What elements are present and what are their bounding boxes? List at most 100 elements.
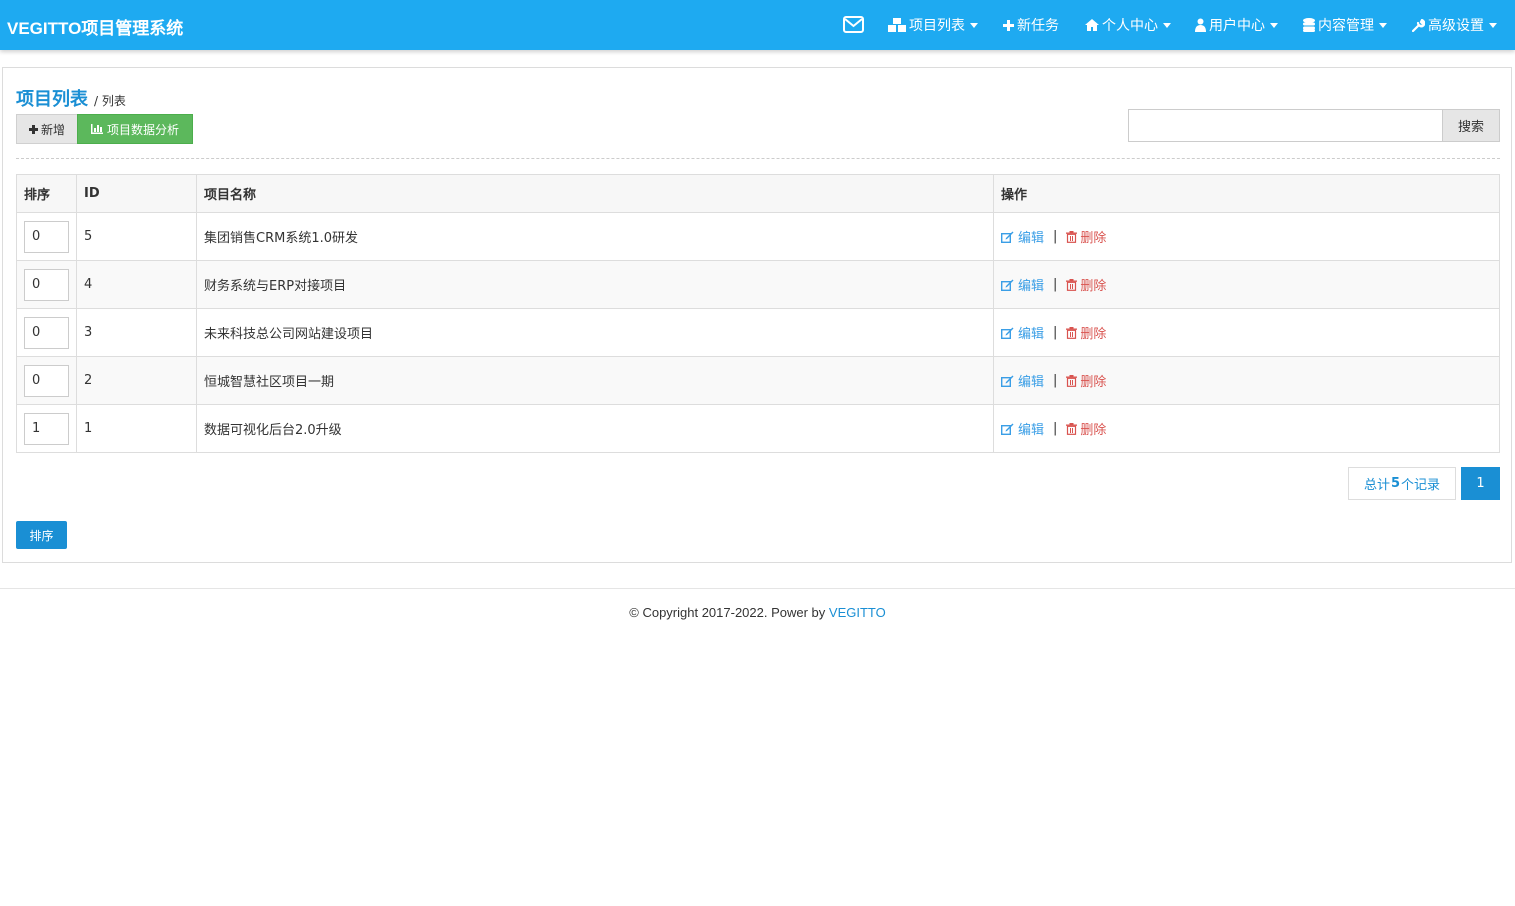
actions-cell: 编辑 | 删除 <box>993 212 1500 261</box>
action-separator: | <box>1053 277 1058 292</box>
project-name-cell: 集团销售CRM系统1.0研发 <box>196 212 994 261</box>
nav-content-management[interactable]: 内容管理 <box>1303 16 1387 34</box>
footer: © Copyright 2017-2022. Power by VEGITTO <box>0 605 1515 620</box>
delete-label: 删除 <box>1080 231 1107 246</box>
total-suffix: 个记录 <box>1401 478 1441 493</box>
trash-icon <box>1066 326 1078 339</box>
page-subtitle: / 列表 <box>94 94 126 108</box>
caret-down-icon <box>970 23 978 28</box>
project-name-cell: 恒城智慧社区项目一期 <box>196 356 994 405</box>
pagination-total: 总计 5 个记录 <box>1348 467 1456 500</box>
edit-icon <box>1001 375 1014 387</box>
add-button-label: 新增 <box>40 122 65 137</box>
table-header-row: 排序 ID 项目名称 操作 <box>16 174 1500 213</box>
edit-link[interactable]: 编辑 <box>1001 227 1044 246</box>
edit-link[interactable]: 编辑 <box>1001 419 1044 438</box>
action-separator: | <box>1053 229 1058 244</box>
edit-icon <box>1001 279 1014 291</box>
caret-down-icon <box>1379 23 1387 28</box>
edit-icon <box>1001 423 1014 435</box>
sort-cell: 0 <box>16 212 77 261</box>
divider <box>16 158 1500 159</box>
table-row: 0 2 恒城智慧社区项目一期 编辑 | 删除 <box>16 356 1500 405</box>
edit-label: 编辑 <box>1018 423 1045 438</box>
delete-label: 删除 <box>1080 423 1107 438</box>
table-row: 0 5 集团销售CRM系统1.0研发 编辑 | 删除 <box>16 212 1500 261</box>
plus-icon <box>1003 19 1014 31</box>
total-count: 5 <box>1390 476 1401 491</box>
column-header-name: 项目名称 <box>196 174 994 213</box>
wrench-icon <box>1412 18 1425 32</box>
sort-cell: 0 <box>16 308 77 357</box>
table-row: 1 1 数据可视化后台2.0升级 编辑 | 删除 <box>16 404 1500 453</box>
app-title[interactable]: VEGITTO项目管理系统 <box>7 14 183 39</box>
delete-link[interactable]: 删除 <box>1066 419 1106 438</box>
nav-new-task[interactable]: 新任务 <box>1003 16 1059 34</box>
column-header-sort: 排序 <box>16 174 77 213</box>
caret-down-icon <box>1163 23 1171 28</box>
project-analysis-button[interactable]: 项目数据分析 <box>77 114 193 144</box>
nav-project-list[interactable]: 项目列表 <box>888 16 978 34</box>
copyright-text: © Copyright 2017-2022. Power by <box>629 605 829 620</box>
database-icon <box>1303 18 1315 32</box>
project-name-cell: 未来科技总公司网站建设项目 <box>196 308 994 357</box>
content-panel: 项目列表 / 列表 新增 项目数据分析 搜索 排序 ID 项目名称 操作 0 5 集… <box>2 67 1512 563</box>
id-cell: 3 <box>76 308 197 357</box>
analysis-button-label: 项目数据分析 <box>106 122 179 137</box>
trash-icon <box>1066 278 1078 291</box>
user-icon <box>1195 18 1206 32</box>
sort-order-input[interactable]: 0 <box>24 316 69 349</box>
sort-order-input[interactable]: 0 <box>24 364 69 397</box>
edit-link[interactable]: 编辑 <box>1001 275 1044 294</box>
nav-label: 用户中心 <box>1209 18 1265 34</box>
sort-button[interactable]: 排序 <box>16 521 67 549</box>
delete-label: 删除 <box>1080 327 1107 342</box>
footer-brand-link[interactable]: VEGITTO <box>829 605 886 620</box>
caret-down-icon <box>1489 23 1497 28</box>
edit-link[interactable]: 编辑 <box>1001 371 1044 390</box>
action-separator: | <box>1053 325 1058 340</box>
nav-user-center[interactable]: 用户中心 <box>1195 16 1278 34</box>
caret-down-icon <box>1270 23 1278 28</box>
sort-cell: 0 <box>16 356 77 405</box>
plus-icon <box>28 124 38 134</box>
nav-advanced-settings[interactable]: 高级设置 <box>1412 16 1497 34</box>
action-separator: | <box>1053 373 1058 388</box>
page-title: 项目列表 <box>16 89 88 110</box>
actions-cell: 编辑 | 删除 <box>993 308 1500 357</box>
nav-label: 高级设置 <box>1428 18 1484 34</box>
search-button[interactable]: 搜索 <box>1442 109 1500 142</box>
sort-cell: 1 <box>16 404 77 453</box>
delete-link[interactable]: 删除 <box>1066 371 1106 390</box>
footer-divider <box>0 588 1515 589</box>
table-row: 0 3 未来科技总公司网站建设项目 编辑 | 删除 <box>16 308 1500 357</box>
edit-label: 编辑 <box>1018 279 1045 294</box>
project-table: 排序 ID 项目名称 操作 0 5 集团销售CRM系统1.0研发 编辑 | 删除 0 4 财务系… <box>16 174 1500 453</box>
search-input[interactable] <box>1128 109 1443 142</box>
actions-cell: 编辑 | 删除 <box>993 356 1500 405</box>
total-prefix: 总计 <box>1363 478 1390 493</box>
delete-link[interactable]: 删除 <box>1066 227 1106 246</box>
column-header-actions: 操作 <box>993 174 1500 213</box>
project-name-cell: 数据可视化后台2.0升级 <box>196 404 994 453</box>
sort-order-input[interactable]: 0 <box>24 220 69 253</box>
mail-icon[interactable] <box>843 16 864 33</box>
sort-order-input[interactable]: 1 <box>24 412 69 445</box>
cubes-icon <box>888 18 906 32</box>
nav-personal-center[interactable]: 个人中心 <box>1085 16 1171 34</box>
edit-link[interactable]: 编辑 <box>1001 323 1044 342</box>
sort-order-input[interactable]: 0 <box>24 268 69 301</box>
sort-cell: 0 <box>16 260 77 309</box>
id-cell: 1 <box>76 404 197 453</box>
column-header-id: ID <box>76 174 197 213</box>
top-navbar: VEGITTO项目管理系统 项目列表 新任务 个人中心 用户中心 内容管理 高级… <box>0 0 1515 50</box>
nav-label: 内容管理 <box>1318 18 1374 34</box>
delete-link[interactable]: 删除 <box>1066 275 1106 294</box>
breadcrumb: 项目列表 / 列表 <box>16 85 126 111</box>
project-name-cell: 财务系统与ERP对接项目 <box>196 260 994 309</box>
pagination-page-1[interactable]: 1 <box>1461 467 1500 500</box>
id-cell: 2 <box>76 356 197 405</box>
add-button[interactable]: 新增 <box>16 114 78 144</box>
delete-link[interactable]: 删除 <box>1066 323 1106 342</box>
actions-cell: 编辑 | 删除 <box>993 260 1500 309</box>
